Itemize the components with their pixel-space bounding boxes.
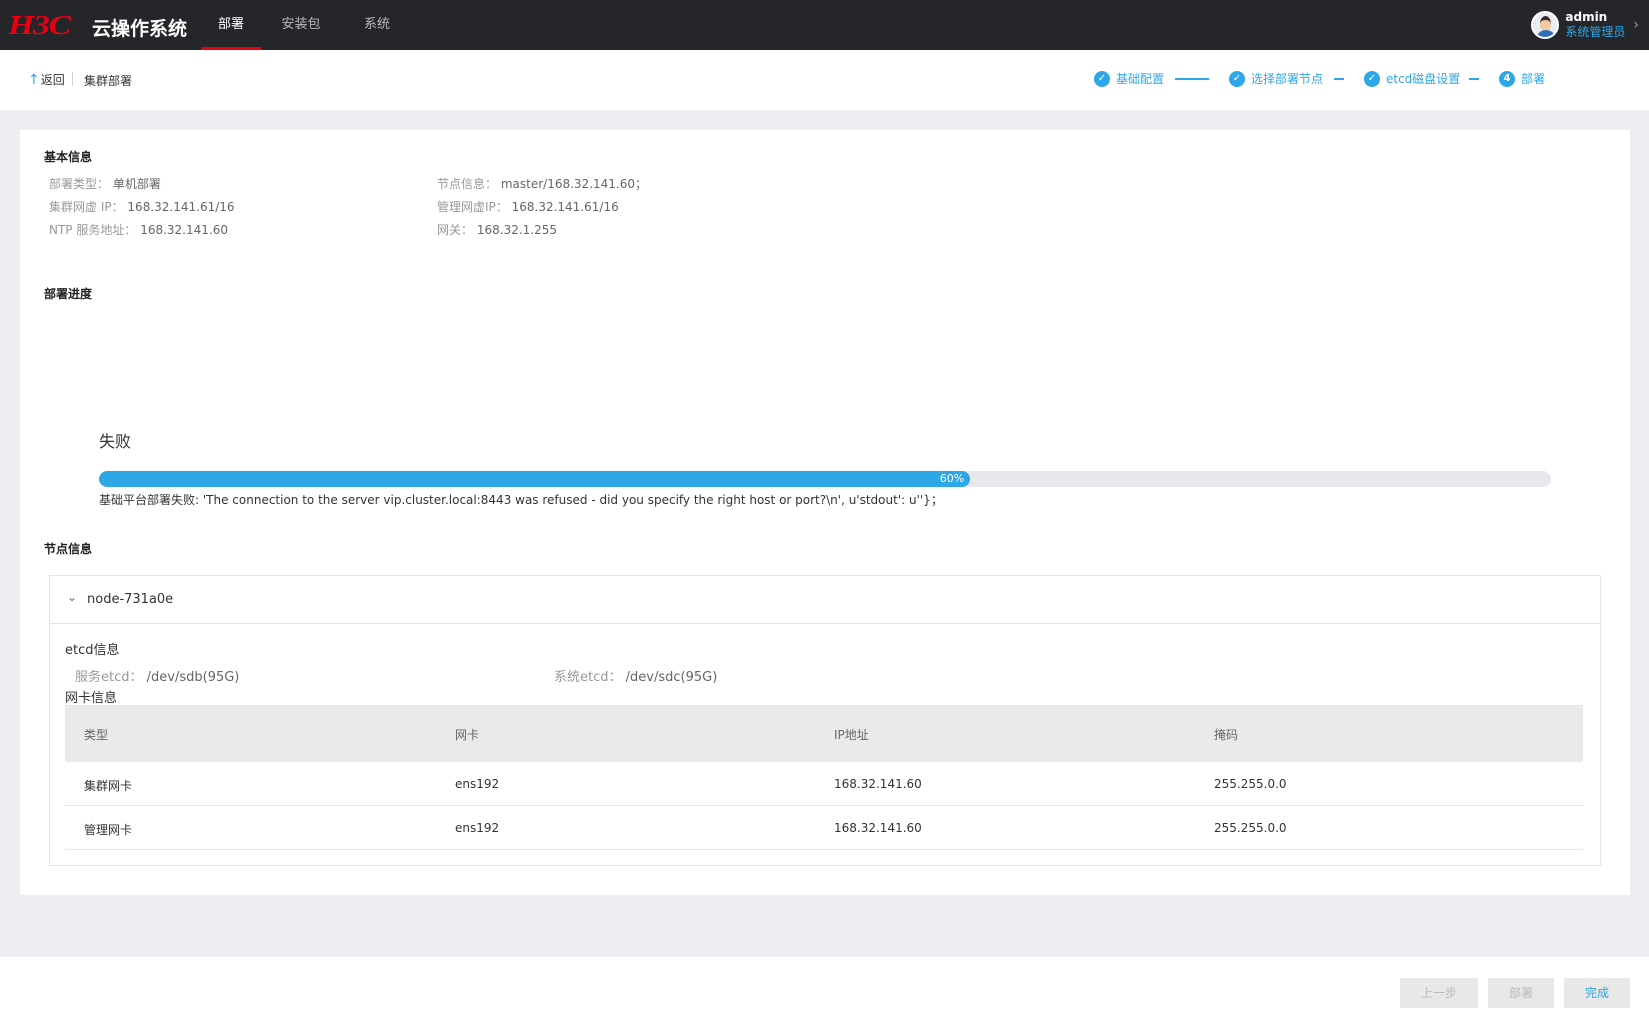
step-number-icon: 4 bbox=[1499, 70, 1515, 87]
cell-type: 集群网卡 bbox=[84, 779, 133, 793]
cluster-vip: 集群网虚 IP： 168.32.141.61/16 bbox=[49, 200, 235, 214]
node-info-title: 节点信息 bbox=[44, 542, 93, 556]
step-select-nodes: ✓ 选择部署节点 bbox=[1229, 70, 1323, 87]
cell-nic: ens192 bbox=[455, 777, 500, 791]
check-icon: ✓ bbox=[1364, 70, 1380, 87]
deploy-type: 部署类型： 单机部署 bbox=[49, 177, 161, 191]
divider bbox=[72, 72, 73, 86]
nic-info-title: 网卡信息 bbox=[65, 691, 118, 706]
cell-nic: ens192 bbox=[455, 821, 500, 835]
cell-mask: 255.255.0.0 bbox=[1214, 777, 1287, 791]
etcd-info-title: etcd信息 bbox=[65, 643, 120, 658]
nic-table-header: 类型 网卡 IP地址 掩码 bbox=[65, 705, 1583, 762]
column-header-ip: IP地址 bbox=[834, 728, 869, 742]
step-connector bbox=[1469, 78, 1479, 80]
back-button[interactable]: ↑ 返回 bbox=[28, 71, 65, 88]
arrow-up-icon: ↑ bbox=[28, 71, 40, 88]
avatar bbox=[1531, 11, 1560, 39]
h3c-logo[interactable]: H3C bbox=[8, 10, 71, 40]
step-basic-config: ✓ 基础配置 bbox=[1094, 70, 1164, 87]
ntp-address: NTP 服务地址： 168.32.141.60 bbox=[49, 223, 228, 237]
progress-title: 部署进度 bbox=[44, 287, 93, 301]
check-icon: ✓ bbox=[1229, 70, 1245, 87]
footer-bar: 上一步 部署 完成 bbox=[0, 957, 1649, 1026]
gateway: 网关： 168.32.1.255 bbox=[437, 223, 557, 237]
step-label: 选择部署节点 bbox=[1251, 72, 1324, 86]
prev-step-button[interactable]: 上一步 bbox=[1400, 978, 1478, 1008]
step-deploy: 4 部署 bbox=[1499, 70, 1545, 87]
cell-type: 管理网卡 bbox=[84, 823, 133, 837]
user-menu[interactable]: admin 系统管理员 › bbox=[1531, 8, 1639, 42]
tab-packages-label: 安装包 bbox=[281, 17, 321, 32]
chevron-down-icon[interactable]: ⌄ bbox=[67, 590, 77, 604]
column-header-nic: 网卡 bbox=[455, 728, 480, 742]
finish-button[interactable]: 完成 bbox=[1564, 978, 1630, 1008]
node-panel-header[interactable]: ⌄ node-731a0e bbox=[50, 576, 1600, 624]
tab-system-label: 系统 bbox=[363, 17, 390, 32]
top-navigation-bar: H3C 云操作系统 部署 安装包 系统 admin 系统管理员 › bbox=[0, 0, 1649, 50]
chevron-right-icon: › bbox=[1633, 17, 1639, 33]
cell-mask: 255.255.0.0 bbox=[1214, 821, 1287, 835]
tab-system[interactable]: 系统 bbox=[347, 0, 407, 50]
user-role: 系统管理员 bbox=[1565, 25, 1626, 39]
node-name: node-731a0e bbox=[87, 592, 174, 607]
service-etcd: 服务etcd： /dev/sdb(95G) bbox=[75, 670, 240, 685]
logo-text: H3C bbox=[8, 9, 71, 40]
step-label: 部署 bbox=[1521, 72, 1546, 86]
step-connector bbox=[1175, 78, 1209, 80]
column-header-type: 类型 bbox=[84, 728, 109, 742]
page-header: ↑ 返回 集群部署 ✓ 基础配置 ✓ 选择部署节点 ✓ etcd磁盘设置 4 部… bbox=[0, 50, 1649, 110]
step-etcd-disk: ✓ etcd磁盘设置 bbox=[1364, 70, 1460, 87]
table-row: 集群网卡 ens192 168.32.141.60 255.255.0.0 bbox=[65, 762, 1583, 806]
progress-percent: 60% bbox=[939, 472, 965, 485]
deploy-card: 基本信息 部署类型： 单机部署 集群网虚 IP： 168.32.141.61/1… bbox=[20, 130, 1630, 895]
basic-info-title: 基本信息 bbox=[44, 150, 93, 164]
check-icon: ✓ bbox=[1094, 70, 1110, 87]
table-row: 管理网卡 ens192 168.32.141.60 255.255.0.0 bbox=[65, 806, 1583, 850]
column-header-mask: 掩码 bbox=[1214, 728, 1239, 742]
step-connector bbox=[1334, 78, 1344, 80]
product-name: 云操作系统 bbox=[92, 18, 188, 40]
mgmt-vip: 管理网虚IP： 168.32.141.61/16 bbox=[437, 200, 619, 214]
deploy-status: 失败 bbox=[99, 432, 132, 451]
error-message: 基础平台部署失败: 'The connection to the server … bbox=[99, 493, 943, 507]
progress-fill: 60% bbox=[99, 471, 971, 487]
back-label: 返回 bbox=[40, 73, 65, 87]
step-label: etcd磁盘设置 bbox=[1386, 72, 1461, 86]
node-info: 节点信息： master/168.32.141.60； bbox=[437, 177, 647, 191]
tab-deploy-label: 部署 bbox=[217, 17, 244, 32]
node-panel: ⌄ node-731a0e etcd信息 服务etcd： /dev/sdb(95… bbox=[49, 575, 1601, 866]
step-label: 基础配置 bbox=[1116, 72, 1165, 86]
cell-ip: 168.32.141.60 bbox=[834, 777, 922, 791]
breadcrumb: 集群部署 bbox=[84, 74, 133, 88]
tab-deploy[interactable]: 部署 bbox=[201, 0, 261, 50]
deploy-button[interactable]: 部署 bbox=[1488, 978, 1554, 1008]
cell-ip: 168.32.141.60 bbox=[834, 821, 922, 835]
user-name: admin bbox=[1565, 10, 1608, 24]
tab-packages[interactable]: 安装包 bbox=[271, 0, 331, 50]
system-etcd: 系统etcd： /dev/sdc(95G) bbox=[554, 670, 718, 685]
progress-bar: 60% bbox=[99, 471, 1551, 487]
